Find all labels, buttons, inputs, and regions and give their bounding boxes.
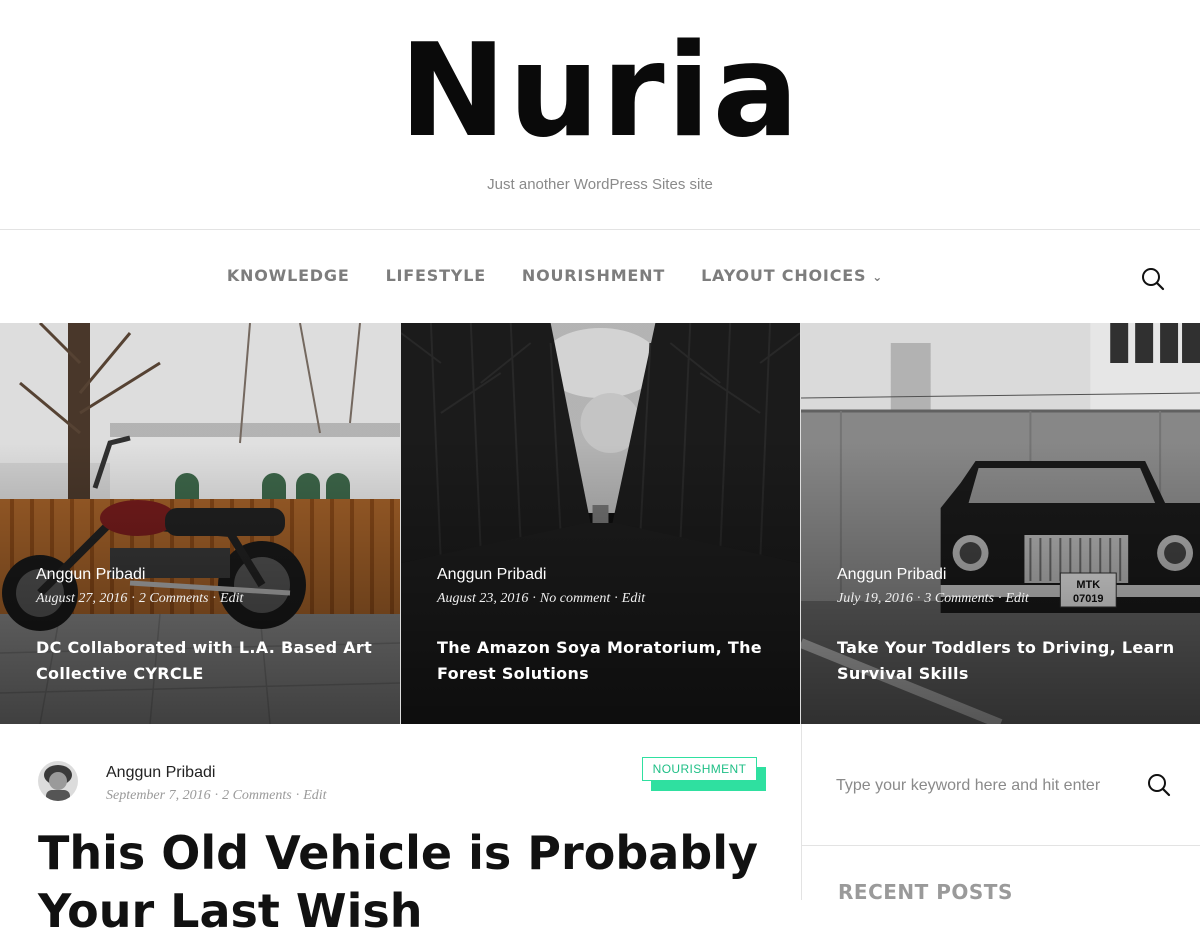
card-meta: August 23, 2016 · No comment · Edit — [437, 591, 645, 607]
nav-item-layout-choices[interactable]: LAYOUT CHOICES ⌄ — [701, 266, 883, 285]
search-icon[interactable] — [1146, 772, 1172, 798]
sidebar-search-widget — [802, 724, 1200, 846]
card-meta: July 19, 2016 · 3 Comments · Edit — [837, 591, 1029, 607]
post-edit-link[interactable]: Edit — [303, 788, 326, 803]
nav-item-nourishment[interactable]: NOURISHMENT — [522, 266, 665, 285]
post-date[interactable]: September 7, 2016 — [106, 788, 211, 803]
card-comments[interactable]: 2 Comments — [139, 591, 209, 606]
card-date[interactable]: August 23, 2016 — [437, 591, 528, 606]
category-badge[interactable]: NOURISHMENT — [642, 757, 757, 781]
card-edit-link[interactable]: Edit — [220, 591, 243, 606]
site-header: Nuria Just another WordPress Sites site — [0, 0, 1200, 230]
card-title[interactable]: The Amazon Soya Moratorium, The Forest S… — [437, 635, 777, 687]
nav-item-knowledge[interactable]: KNOWLEDGE — [227, 266, 350, 285]
meta-separator: · — [997, 591, 1002, 606]
card-date[interactable]: July 19, 2016 — [837, 591, 913, 606]
avatar[interactable] — [38, 761, 78, 801]
post-meta: September 7, 2016 · 2 Comments · Edit — [106, 788, 327, 804]
card-comments[interactable]: 3 Comments — [924, 591, 994, 606]
featured-card[interactable]: Anggun Pribadi August 27, 2016 · 2 Comment… — [0, 323, 400, 724]
nav-item-label: LAYOUT CHOICES — [701, 266, 867, 285]
search-icon[interactable] — [1140, 266, 1166, 292]
card-edit-link[interactable]: Edit — [622, 591, 645, 606]
site-logo[interactable]: Nuria — [0, 22, 1200, 162]
main-nav: KNOWLEDGE LIFESTYLE NOURISHMENT LAYOUT C… — [0, 231, 1200, 323]
meta-separator: · — [916, 591, 921, 606]
card-author[interactable]: Anggun Pribadi — [837, 566, 946, 584]
post-author[interactable]: Anggun Pribadi — [106, 764, 215, 782]
featured-card[interactable]: Anggun Pribadi August 23, 2016 · No commen… — [400, 323, 800, 724]
featured-posts: Anggun Pribadi August 27, 2016 · 2 Comment… — [0, 323, 1200, 724]
card-edit-link[interactable]: Edit — [1005, 591, 1028, 606]
recent-posts-heading: RECENT POSTS — [838, 880, 1013, 904]
card-title[interactable]: DC Collaborated with L.A. Based Art Coll… — [36, 635, 376, 687]
meta-separator: · — [214, 788, 219, 803]
main-content: Anggun Pribadi September 7, 2016 · 2 Comme… — [0, 724, 801, 938]
site-tagline: Just another WordPress Sites site — [487, 176, 713, 193]
featured-card[interactable]: MTK 07019 Anggun Pribadi July 19, 2016·3… — [800, 323, 1200, 724]
card-date[interactable]: August 27, 2016 — [36, 591, 127, 606]
category-badge-wrapper: NOURISHMENT — [642, 757, 766, 791]
meta-separator: · — [295, 788, 300, 803]
nav-item-lifestyle[interactable]: LIFESTYLE — [386, 266, 486, 285]
post-comments[interactable]: 2 Comments — [222, 788, 292, 803]
meta-separator: · — [131, 591, 135, 606]
meta-separator: · — [532, 591, 536, 606]
card-title[interactable]: Take Your Toddlers to Driving, Learn Sur… — [837, 635, 1177, 687]
card-comments[interactable]: No comment — [540, 591, 610, 606]
search-input[interactable] — [836, 772, 1136, 800]
card-meta: August 27, 2016 · 2 Comments · Edit — [36, 591, 243, 607]
sidebar: RECENT POSTS — [801, 724, 1200, 904]
meta-separator: · — [614, 591, 618, 606]
nav-menu: KNOWLEDGE LIFESTYLE NOURISHMENT LAYOUT C… — [0, 266, 1200, 285]
chevron-down-icon: ⌄ — [872, 270, 884, 284]
card-author[interactable]: Anggun Pribadi — [36, 566, 145, 584]
meta-separator: · — [212, 591, 217, 606]
post-title[interactable]: This Old Vehicle is Probably Your Last W… — [38, 824, 778, 940]
card-author[interactable]: Anggun Pribadi — [437, 566, 546, 584]
